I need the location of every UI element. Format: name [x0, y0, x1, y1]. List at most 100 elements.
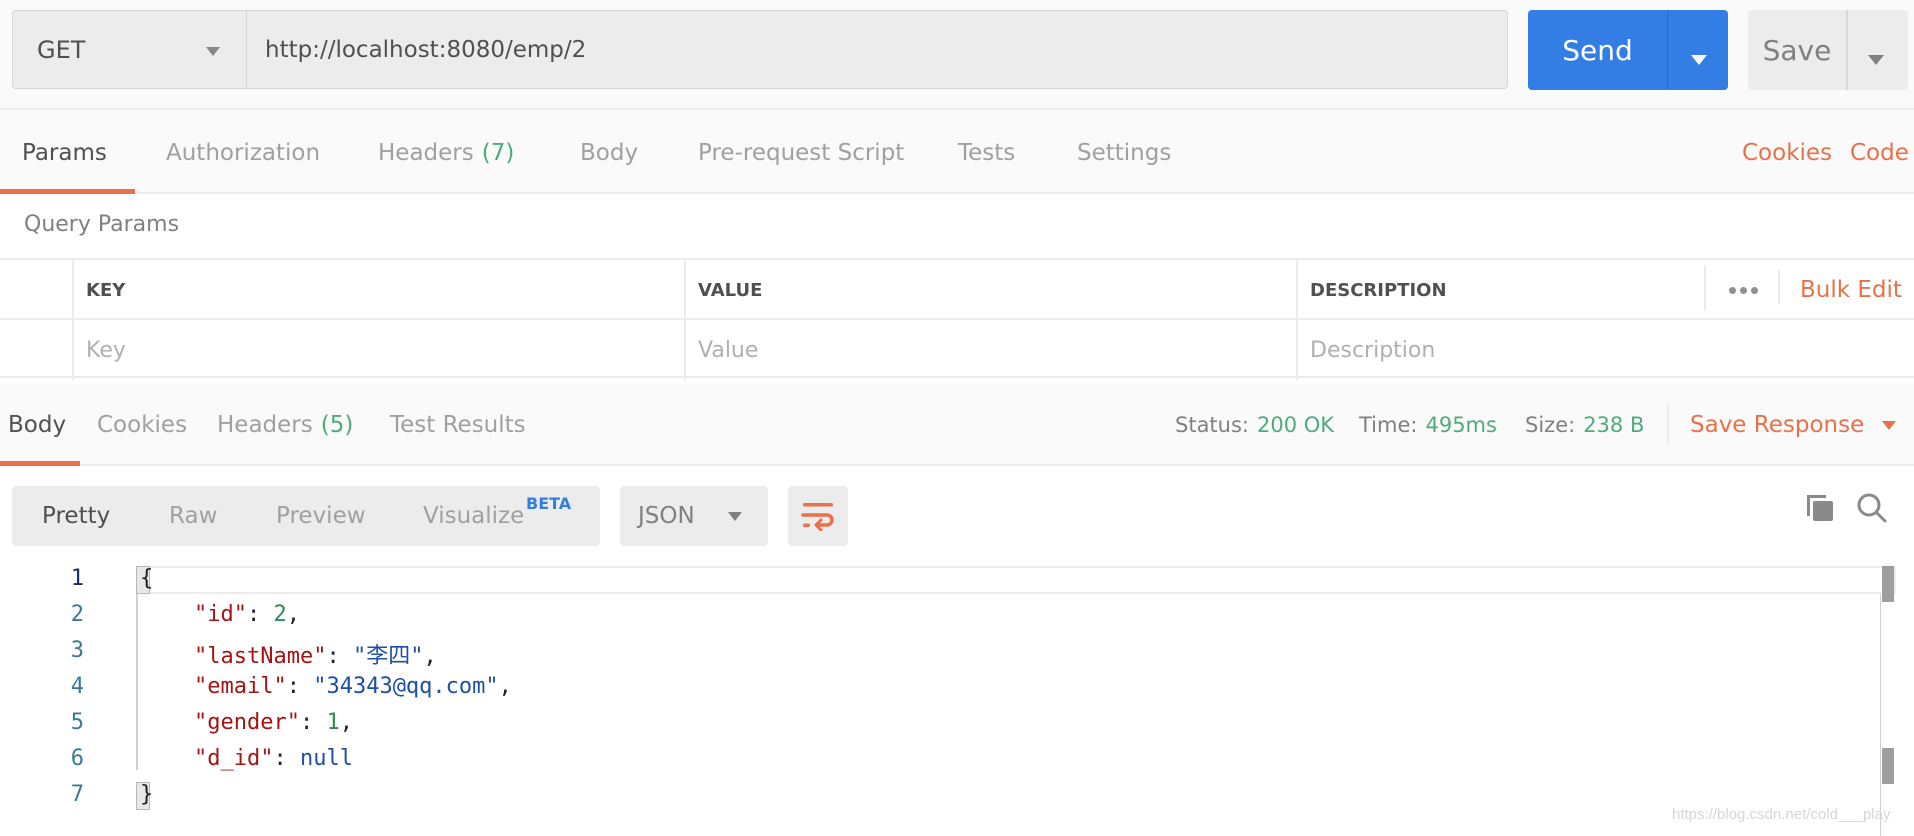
json-key: "id": [194, 602, 247, 627]
code-link[interactable]: Code: [1850, 112, 1909, 194]
chevron-down-icon: [728, 512, 742, 521]
tab-headers[interactable]: Headers (7): [378, 112, 514, 194]
watermark: https://blog.csdn.net/cold___play: [1672, 806, 1891, 823]
code-line: "d_id": null: [194, 746, 353, 771]
json-number: 1: [326, 710, 340, 735]
comma: ,: [423, 644, 437, 669]
bulk-edit-link[interactable]: Bulk Edit: [1800, 260, 1902, 320]
code-line: "email": "34343@qq.com",: [194, 674, 512, 699]
view-mode-visualize[interactable]: Visualize: [423, 486, 524, 546]
json-key: "lastName": [194, 644, 327, 669]
code-line: }: [140, 782, 153, 807]
response-body: Pretty Raw Preview Visualize BETA JSON 1…: [0, 466, 1914, 836]
code-editor[interactable]: 1 2 3 4 5 6 7 {"id": 2, "lastName": "李四",…: [0, 566, 1914, 836]
tab-pre-request-script[interactable]: Pre-request Script: [698, 112, 904, 194]
send-button-group: Send: [1528, 10, 1728, 90]
cookies-link[interactable]: Cookies: [1742, 112, 1832, 194]
view-mode-selector: Pretty Raw Preview Visualize BETA: [12, 486, 600, 546]
send-options-chevron-icon[interactable]: [1691, 55, 1707, 65]
method-select[interactable]: GET: [12, 10, 246, 89]
tab-params[interactable]: Params: [22, 112, 107, 194]
save-button-group: Save: [1748, 10, 1908, 90]
tab-label: Authorization: [166, 140, 321, 166]
colon: :: [299, 710, 327, 735]
tab-label: Body: [580, 140, 639, 166]
column-header-value: VALUE: [684, 260, 1298, 320]
close-brace: }: [140, 782, 154, 807]
response-tab-headers[interactable]: Headers (5): [217, 384, 353, 466]
format-value: JSON: [638, 503, 695, 529]
scrollbar-thumb[interactable]: [1882, 748, 1894, 784]
value-input[interactable]: Value: [684, 320, 1298, 380]
view-mode-raw[interactable]: Raw: [169, 486, 217, 546]
beta-badge: BETA: [526, 494, 572, 513]
query-params-table: KEY VALUE DESCRIPTION Bulk Edit Key Valu…: [0, 258, 1914, 380]
url-input[interactable]: http://localhost:8080/emp/2: [246, 10, 1508, 89]
tab-tests[interactable]: Tests: [958, 112, 1015, 194]
column-header-description: DESCRIPTION: [1296, 260, 1706, 320]
view-mode-pretty[interactable]: Pretty: [42, 486, 110, 546]
tab-label: Headers: [217, 412, 313, 438]
tab-body[interactable]: Body: [580, 112, 638, 194]
request-tabs: Params Authorization Headers (7) Body Pr…: [0, 112, 1914, 194]
colon: :: [246, 602, 274, 627]
headers-count-badge: (7): [481, 140, 515, 166]
more-options-icon[interactable]: [1712, 260, 1774, 320]
format-select[interactable]: JSON: [620, 486, 768, 546]
response-headers-count-badge: (5): [320, 412, 354, 438]
json-key: "gender": [194, 710, 300, 735]
column-header-key: KEY: [72, 260, 686, 320]
size-label: Size:: [1525, 413, 1576, 437]
line-number: 2: [70, 602, 84, 627]
status-readout: Status: 200 OK: [1175, 384, 1334, 466]
tab-settings[interactable]: Settings: [1077, 112, 1171, 194]
save-response-label: Save Response: [1690, 412, 1865, 438]
tab-label: Settings: [1077, 140, 1172, 166]
response-tab-body[interactable]: Body: [8, 384, 66, 466]
tab-authorization[interactable]: Authorization: [166, 112, 320, 194]
save-response-button[interactable]: Save Response: [1690, 384, 1897, 466]
chevron-down-icon: [1882, 420, 1897, 430]
scrollbar-thumb[interactable]: [1882, 566, 1894, 602]
key-input[interactable]: Key: [72, 320, 686, 380]
line-number: 1: [70, 566, 84, 591]
response-tabs: Body Cookies Headers (5) Test Results St…: [0, 384, 1914, 466]
tab-label: Headers: [378, 140, 474, 166]
response-tab-cookies[interactable]: Cookies: [97, 384, 187, 466]
comma: ,: [339, 710, 353, 735]
view-mode-preview[interactable]: Preview: [276, 486, 366, 546]
json-string: "李四": [352, 644, 424, 669]
chevron-down-icon: [206, 47, 220, 56]
colon: :: [326, 644, 353, 669]
copy-icon[interactable]: [1804, 492, 1836, 524]
response-tab-test-results[interactable]: Test Results: [390, 384, 526, 466]
scrollbar[interactable]: [1882, 566, 1896, 836]
time-readout: Time: 495ms: [1359, 384, 1497, 466]
url-value: http://localhost:8080/emp/2: [265, 36, 587, 63]
colon: :: [286, 674, 314, 699]
json-key: "email": [194, 674, 287, 699]
active-line-highlight: [136, 566, 1896, 594]
save-options-chevron-icon[interactable]: [1868, 55, 1884, 65]
bulk-edit-divider: [1778, 270, 1780, 304]
description-input[interactable]: Description: [1296, 320, 1914, 380]
colon: :: [273, 746, 300, 771]
save-button[interactable]: Save: [1748, 10, 1846, 90]
tab-label: Pre-request Script: [698, 140, 905, 166]
header-divider: [1704, 266, 1706, 310]
tab-label: Body: [8, 412, 67, 438]
indent-guide: [136, 594, 138, 770]
line-number: 3: [70, 638, 84, 663]
size-value: 238 B: [1583, 413, 1645, 437]
search-icon[interactable]: [1856, 492, 1888, 524]
send-button[interactable]: Send: [1528, 10, 1667, 90]
table-row: Key Value Description: [0, 320, 1914, 380]
code-line: "lastName": "李四",: [194, 638, 437, 670]
wrap-lines-icon: [801, 503, 834, 531]
tab-label: Cookies: [97, 412, 188, 438]
request-bar: GET http://localhost:8080/emp/2 Send Sav…: [0, 0, 1914, 110]
status-value: 200 OK: [1257, 413, 1335, 437]
wrap-lines-button[interactable]: [788, 486, 848, 546]
code-line: "gender": 1,: [194, 710, 353, 735]
size-readout: Size: 238 B: [1525, 384, 1644, 466]
